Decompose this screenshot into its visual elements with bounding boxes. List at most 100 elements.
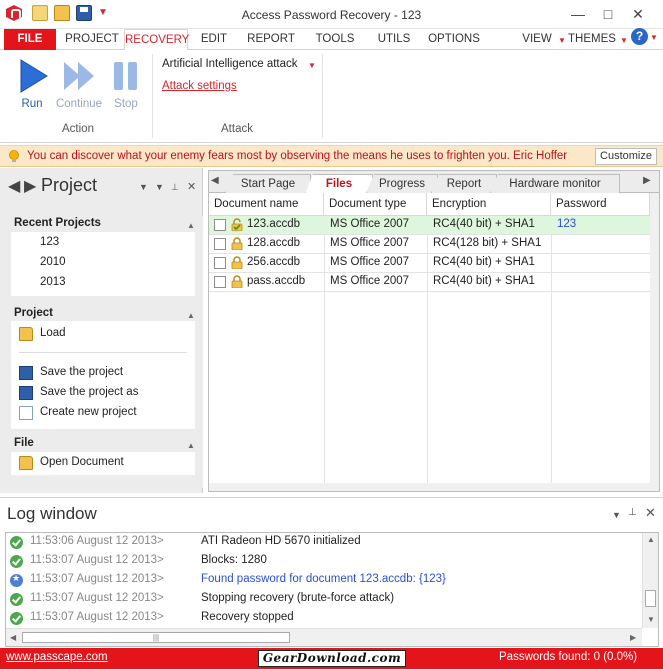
recent-project-item[interactable]: 123 [40,236,59,248]
star-info-icon [10,573,23,587]
lock-icon [231,275,243,288]
tabs-scroll-right-icon[interactable]: ▶ [643,175,651,186]
tab-view[interactable]: VIEW [518,29,556,50]
tab-options[interactable]: OPTIONS [425,29,483,50]
website-link[interactable]: www.passcape.com [6,651,108,663]
tab-project[interactable]: PROJECT [62,29,122,50]
column-header-password[interactable]: Password [551,193,650,216]
tab-report[interactable]: REPORT [244,29,298,50]
scroll-down-icon[interactable]: ▼ [647,615,655,624]
run-button[interactable]: Run [8,56,56,112]
help-dropdown-icon[interactable]: ▼ [650,33,658,42]
continue-button[interactable]: Continue [55,56,103,112]
panel-title: Project [41,175,98,195]
scroll-thumb[interactable]: ||| [22,632,290,643]
table-row[interactable]: 128.accdb MS Office 2007 RC4(128 bit) + … [209,235,659,254]
panel-close-icon[interactable]: ✕ [187,180,196,193]
help-icon[interactable]: ? [631,28,648,45]
recent-project-item[interactable]: 2013 [40,276,66,288]
play-icon [20,59,48,93]
scroll-thumb[interactable] [645,590,656,607]
view-dropdown-icon[interactable]: ▼ [558,36,566,45]
log-close-icon[interactable]: ✕ [645,505,656,521]
collapse-icon[interactable]: ▲ [187,311,195,320]
password-cell: 123 [557,218,577,230]
table-horizontal-scrollbar[interactable] [209,483,650,491]
log-timestamp: 11:53:07 August 12 2013> [30,573,164,585]
tab-hardware-monitor[interactable]: Hardware monitor [490,174,620,193]
log-entry[interactable]: 11:53:07 August 12 2013> Blocks: 1280 [6,552,642,571]
save-project-item[interactable]: Save the project [19,365,189,383]
save-project-as-item[interactable]: Save the project as [19,385,189,403]
pin-icon[interactable]: ⊥ [628,507,637,518]
tab-report[interactable]: Report [431,174,497,193]
log-vertical-scrollbar[interactable]: ▲ ▼ [642,533,658,628]
tab-tools[interactable]: TOOLS [310,29,360,50]
document-type-cell: MS Office 2007 [330,275,410,287]
panel-menu-icon[interactable]: ▼ [139,182,148,192]
row-checkbox[interactable] [214,238,226,250]
tab-edit[interactable]: EDIT [196,29,232,50]
document-type-cell: MS Office 2007 [330,256,410,268]
column-header-document-name[interactable]: Document name [209,193,324,216]
tab-progress[interactable]: Progress [366,174,438,193]
create-project-item[interactable]: Create new project [19,405,189,423]
attack-type-dropdown[interactable]: Artificial Intelligence attack [162,58,298,70]
row-checkbox[interactable] [214,276,226,288]
recent-project-item[interactable]: 2010 [40,256,66,268]
lock-icon [231,237,243,250]
row-checkbox[interactable] [214,257,226,269]
table-row[interactable]: pass.accdb MS Office 2007 RC4(40 bit) + … [209,273,659,292]
tab-files[interactable]: Files [305,174,373,194]
attack-settings-link[interactable]: Attack settings [162,80,237,92]
tab-file[interactable]: FILE [4,29,56,50]
table-row[interactable]: 256.accdb MS Office 2007 RC4(40 bit) + S… [209,254,659,273]
continue-label: Continue [55,98,103,110]
collapse-icon[interactable]: ▲ [187,441,195,450]
load-project-item[interactable]: Load [19,326,189,344]
log-menu-icon[interactable]: ▼ [612,510,621,520]
themes-dropdown-icon[interactable]: ▼ [620,36,628,45]
customize-button[interactable]: Customize [595,148,657,165]
log-entry[interactable]: 11:53:07 August 12 2013> Recovery stoppe… [6,609,642,628]
file-commands: Open Document [11,452,195,475]
table-row[interactable]: 123.accdb MS Office 2007 RC4(40 bit) + S… [209,216,659,235]
open-folder-icon [19,327,33,341]
pin-icon[interactable]: ⊥ [171,182,179,193]
recent-projects-heading: Recent Projects [14,217,101,229]
scroll-left-icon[interactable]: ◀ [10,633,16,642]
forward-icon[interactable]: ▶ [24,176,36,196]
log-timestamp: 11:53:06 August 12 2013> [30,535,164,547]
encryption-cell: RC4(40 bit) + SHA1 [433,218,535,230]
column-header-document-type[interactable]: Document type [324,193,427,216]
row-checkbox[interactable] [214,219,226,231]
log-horizontal-scrollbar[interactable]: ◀ ||| ▶ [6,628,642,646]
tab-start-page[interactable]: Start Page [225,174,311,193]
scroll-up-icon[interactable]: ▲ [647,535,655,544]
collapse-icon[interactable]: ▲ [187,221,195,230]
scroll-right-icon[interactable]: ▶ [630,633,636,642]
close-button[interactable]: ✕ [626,4,650,24]
panel-scrollbar[interactable] [196,216,203,488]
panel-pin-icon[interactable]: ▼ [155,182,164,192]
table-vertical-scrollbar[interactable] [650,193,659,491]
column-header-encryption[interactable]: Encryption [427,193,551,216]
minimize-button[interactable]: — [566,4,590,24]
maximize-button[interactable]: □ [596,4,620,24]
save-as-icon [19,386,33,400]
log-window: Log window ▼ ⊥ ✕ 11:53:06 August 12 2013… [0,497,663,647]
log-message: Blocks: 1280 [201,554,267,566]
open-document-item[interactable]: Open Document [19,455,189,473]
tabs-scroll-left-icon[interactable]: ◀ [211,175,219,186]
log-entry[interactable]: 11:53:07 August 12 2013> Stopping recove… [6,590,642,609]
project-commands: Load Save the project Save the project a… [11,321,195,429]
tab-recovery[interactable]: RECOVERY [124,29,189,51]
log-entry[interactable]: 11:53:06 August 12 2013> ATI Radeon HD 5… [6,533,642,552]
tab-utils[interactable]: UTILS [371,29,417,50]
log-list: 11:53:06 August 12 2013> ATI Radeon HD 5… [5,532,659,647]
log-entry[interactable]: 11:53:07 August 12 2013> Found password … [6,571,642,590]
attack-dropdown-icon[interactable]: ▼ [308,61,316,70]
stop-button[interactable]: Stop [102,56,150,112]
back-icon[interactable]: ◀ [8,176,20,196]
tab-themes[interactable]: THEMES [566,29,618,50]
